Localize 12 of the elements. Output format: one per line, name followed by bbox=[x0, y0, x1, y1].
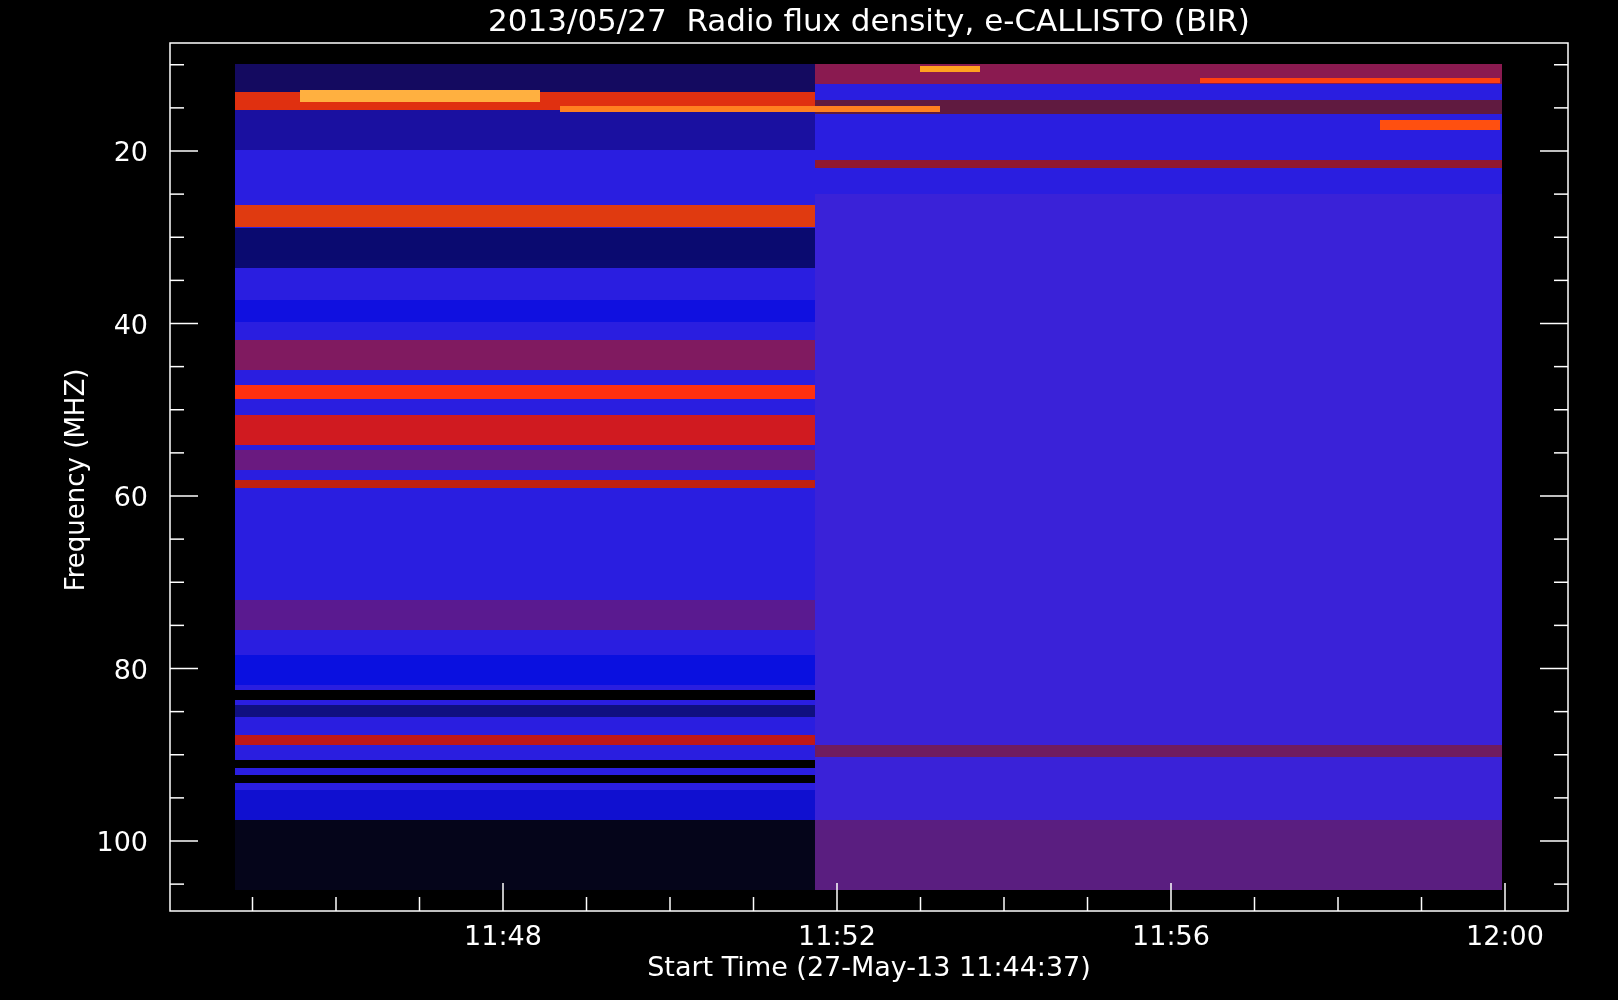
x-axis-title: Start Time (27-May-13 11:44:37) bbox=[647, 951, 1091, 982]
y-tick-label: 40 bbox=[113, 308, 148, 340]
chart-title: 2013/05/27 Radio flux density, e-CALLISTO (BIR) bbox=[488, 2, 1250, 38]
x-tick-label: 11:48 bbox=[464, 920, 542, 951]
y-tick-label: 100 bbox=[96, 826, 148, 857]
y-axis-title: Frequency (MHZ) bbox=[60, 368, 90, 592]
y-tick-label: 20 bbox=[113, 136, 148, 167]
x-tick-label: 12:00 bbox=[1466, 920, 1544, 951]
y-tick-label: 60 bbox=[113, 481, 148, 512]
y-tick-label: 80 bbox=[113, 653, 148, 685]
x-tick-label: 11:56 bbox=[1132, 920, 1210, 951]
x-tick-label: 11:52 bbox=[798, 920, 876, 951]
